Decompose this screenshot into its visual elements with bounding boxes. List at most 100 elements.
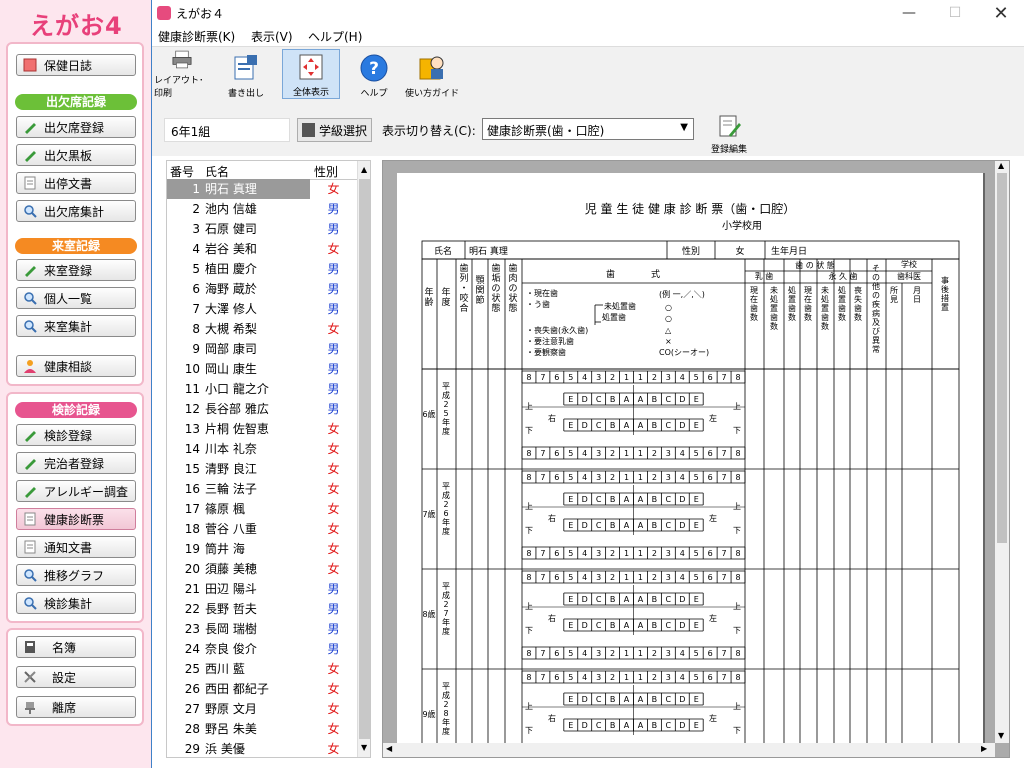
menu-view[interactable]: 表示(V) xyxy=(251,28,293,45)
scroll-down-icon[interactable]: ▼ xyxy=(361,743,367,752)
scroll-right-icon[interactable]: ▶ xyxy=(981,744,987,753)
menu-help[interactable]: ヘルプ(H) xyxy=(308,28,362,45)
row-sex: 男 xyxy=(327,262,340,276)
nav-suspension-docs[interactable]: 出停文書 xyxy=(16,172,136,194)
upper-label: 上 xyxy=(733,402,741,411)
tooth-number: 2 xyxy=(610,449,615,458)
list-row[interactable]: 17 篠原 楓 女 xyxy=(167,499,357,519)
state-col-label: 置 xyxy=(788,295,796,304)
left-label: 左 xyxy=(709,713,717,723)
row-sex: 女 xyxy=(327,542,340,556)
list-row[interactable]: 28 野呂 朱美 女 xyxy=(167,719,357,739)
list-row[interactable]: 8 大槻 希梨 女 xyxy=(167,319,357,339)
list-row[interactable]: 6 海野 蔵於 男 xyxy=(167,279,357,299)
list-row[interactable]: 22 長野 哲夫 男 xyxy=(167,599,357,619)
nav-personal-list[interactable]: 個人一覧 xyxy=(16,287,136,309)
list-row[interactable]: 3 石原 健司 男 xyxy=(167,219,357,239)
help-button[interactable]: ? ヘルプ xyxy=(350,49,398,99)
nav-roster[interactable]: 名簿 xyxy=(16,636,136,658)
scroll-up-icon[interactable]: ▲ xyxy=(361,165,367,174)
nav-hoken-button[interactable]: 保健日誌 xyxy=(16,54,136,76)
row-sex: 女 xyxy=(327,722,340,736)
maximize-button[interactable]: ☐ xyxy=(932,0,978,26)
other-label: 常 xyxy=(872,345,880,354)
nav-cured-register[interactable]: 完治者登録 xyxy=(16,452,136,474)
nav-notice-docs[interactable]: 通知文書 xyxy=(16,536,136,558)
scroll-up-icon[interactable]: ▲ xyxy=(998,161,1004,170)
baby-tooth-letter: A xyxy=(624,395,630,404)
minimize-button[interactable]: — xyxy=(886,0,932,26)
legend-item: ・喪失歯(永久歯) xyxy=(526,325,588,335)
list-row[interactable]: 14 川本 礼奈 女 xyxy=(167,439,357,459)
preview-hscrollbar[interactable]: ◀ ▶ xyxy=(383,743,995,757)
list-scroll-thumb[interactable] xyxy=(359,179,370,739)
year-label: 度 xyxy=(441,296,450,308)
list-row[interactable]: 29 浜 美優 女 xyxy=(167,739,357,757)
close-button[interactable]: ✕ xyxy=(978,0,1024,26)
state-col-label: 歯 xyxy=(788,303,796,313)
list-row[interactable]: 2 池内 信雄 男 xyxy=(167,199,357,219)
nav-visit-register[interactable]: 来室登録 xyxy=(16,259,136,281)
list-row[interactable]: 26 西田 都紀子 女 xyxy=(167,679,357,699)
sex-label: 性別 xyxy=(682,245,700,257)
list-row[interactable]: 9 岡部 康司 男 xyxy=(167,339,357,359)
class-field[interactable]: 6年1組 xyxy=(164,118,290,142)
list-row[interactable]: 23 長岡 瑞樹 男 xyxy=(167,619,357,639)
preview-vscrollbar[interactable]: ▲ ▼ xyxy=(995,161,1009,743)
other-label: 病 xyxy=(872,308,880,318)
list-row[interactable]: 20 須藤 美穂 女 xyxy=(167,559,357,579)
list-row[interactable]: 7 大澤 修人 男 xyxy=(167,299,357,319)
list-row[interactable]: 27 野原 文月 女 xyxy=(167,699,357,719)
nav-settings[interactable]: 設定 xyxy=(16,666,136,688)
nav-leave-seat[interactable]: 離席 xyxy=(16,696,136,718)
export-button[interactable]: 書き出し xyxy=(218,49,274,99)
menu-health-record[interactable]: 健康診断票(K) xyxy=(158,28,235,45)
list-row[interactable]: 19 筒井 海 女 xyxy=(167,539,357,559)
list-row[interactable]: 15 清野 良江 女 xyxy=(167,459,357,479)
dental-form: 児 童 生 徒 健 康 診 断 票（歯・口腔） 小学校用氏名 明石 真理 性別 女 生年月… xyxy=(421,201,960,747)
register-edit-button[interactable]: 登録編集 xyxy=(704,113,754,155)
doc-label: 学校 xyxy=(901,259,917,269)
col-number-header[interactable]: 番号 xyxy=(170,163,194,180)
nav-allergy-survey[interactable]: アレルギー調査 xyxy=(16,480,136,502)
view-switch-select[interactable]: 健康診断票(歯・口腔) ▼ xyxy=(482,118,694,140)
nav-health-record[interactable]: 健康診断票 xyxy=(16,508,136,530)
fit-all-button[interactable]: 全体表示 xyxy=(282,49,340,99)
nav-checkup-summary[interactable]: 検診集計 xyxy=(16,592,136,614)
row-number: 29 xyxy=(184,742,200,756)
baby-tooth-letter: A xyxy=(638,495,644,504)
class-select-button[interactable]: 学級選択 xyxy=(297,118,372,142)
list-row[interactable]: 11 小口 龍之介 男 xyxy=(167,379,357,399)
list-row[interactable]: 21 田辺 陽斗 男 xyxy=(167,579,357,599)
nav-attendance-board[interactable]: 出欠黒板 xyxy=(16,144,136,166)
tooth-number: 6 xyxy=(554,549,559,558)
usage-guide-button[interactable]: 使い方ガイド xyxy=(404,49,460,99)
left-label: 左 xyxy=(709,613,717,623)
nav-visit-summary[interactable]: 来室集計 xyxy=(16,315,136,337)
layout-print-button[interactable]: レイアウト･印刷 xyxy=(154,49,210,99)
list-row[interactable]: 10 岡山 康生 男 xyxy=(167,359,357,379)
list-row[interactable]: 1 明石 真理 女 xyxy=(167,179,357,199)
nav-attendance-summary[interactable]: 出欠席集計 xyxy=(16,200,136,222)
nav-trend-graph[interactable]: 推移グラフ xyxy=(16,564,136,586)
scroll-left-icon[interactable]: ◀ xyxy=(386,744,392,753)
plaque-label: の xyxy=(491,284,500,294)
nav-checkup-register[interactable]: 検診登録 xyxy=(16,424,136,446)
list-scrollbar[interactable]: ▲ ▼ xyxy=(357,161,370,757)
list-row[interactable]: 16 三輪 法子 女 xyxy=(167,479,357,499)
scroll-down-icon[interactable]: ▼ xyxy=(998,731,1004,740)
list-row[interactable]: 25 西川 藍 女 xyxy=(167,659,357,679)
preview-scroll-thumb[interactable] xyxy=(997,173,1007,543)
list-row[interactable]: 18 菅谷 八重 女 xyxy=(167,519,357,539)
list-row[interactable]: 4 岩谷 美和 女 xyxy=(167,239,357,259)
list-row[interactable]: 12 長谷部 雅広 男 xyxy=(167,399,357,419)
col-name-header[interactable]: 氏名 xyxy=(205,163,229,180)
list-row[interactable]: 5 植田 慶介 男 xyxy=(167,259,357,279)
baby-tooth-letter: B xyxy=(610,695,616,704)
col-sex-header[interactable]: 性別 xyxy=(314,163,338,180)
list-row[interactable]: 13 片桐 佐智恵 女 xyxy=(167,419,357,439)
nav-attendance-register[interactable]: 出欠席登録 xyxy=(16,116,136,138)
list-row[interactable]: 24 奈良 俊介 男 xyxy=(167,639,357,659)
nav-consult[interactable]: 健康相談 xyxy=(16,355,136,377)
row-sex: 女 xyxy=(327,422,340,436)
